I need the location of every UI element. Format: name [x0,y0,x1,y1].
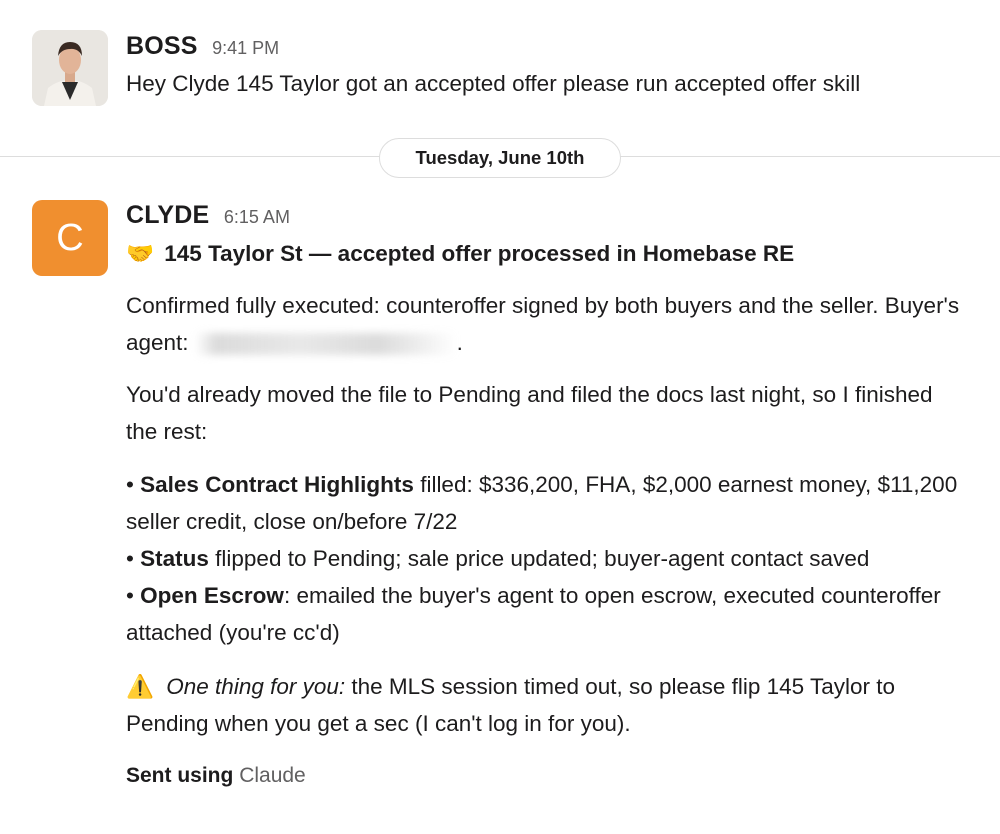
warning-paragraph: ⚠️ One thing for you: the MLS session ti… [126,668,970,742]
sent-tool[interactable]: Claude [239,764,306,787]
paragraph-summary: You'd already moved the file to Pending … [126,382,933,444]
list-item: • Sales Contract Highlights filled: $336… [126,472,958,534]
avatar-letter: C [56,216,84,259]
bullet-label: Open Escrow [140,583,284,608]
punctuation: . [456,330,463,355]
boss-header: BOSS 9:41 PM [126,32,279,61]
sent-using-footer: Sent using Claude [126,757,970,794]
warning-lead: One thing for you: [166,674,346,699]
timestamp[interactable]: 6:15 AM [224,207,290,227]
title-text: 145 Taylor St — accepted offer processed… [164,241,795,266]
clyde-header: CLYDE 6:15 AM [126,201,290,230]
paragraph-confirmation: Confirmed fully executed: counteroffer s… [126,287,970,361]
list-item: • Status flipped to Pending; sale price … [126,546,870,571]
bullet-text: flipped to Pending; sale price updated; … [208,546,870,571]
timestamp[interactable]: 9:41 PM [212,38,279,58]
message-text: Hey Clyde 145 Taylor got an accepted off… [126,71,861,96]
handshake-icon: 🤝 [126,241,155,266]
message-title: 🤝 145 Taylor St — accepted offer process… [126,235,970,272]
clyde-avatar[interactable]: C [32,200,108,276]
redacted-agent-name [194,333,457,356]
bullet-label: Status [140,546,209,571]
warning-icon: ⚠️ [126,674,155,699]
person-photo-icon [32,30,108,106]
boss-avatar[interactable] [32,30,108,106]
list-item: • Open Escrow: emailed the buyer's agent… [126,583,941,645]
bullet-label: Sales Contract Highlights [140,472,414,497]
author-name[interactable]: BOSS [126,32,198,60]
author-name[interactable]: CLYDE [126,201,209,229]
date-divider-pill[interactable]: Tuesday, June 10th [379,138,621,178]
bullet-list: • Sales Contract Highlights filled: $336… [126,466,970,651]
sent-label: Sent using [126,764,234,787]
